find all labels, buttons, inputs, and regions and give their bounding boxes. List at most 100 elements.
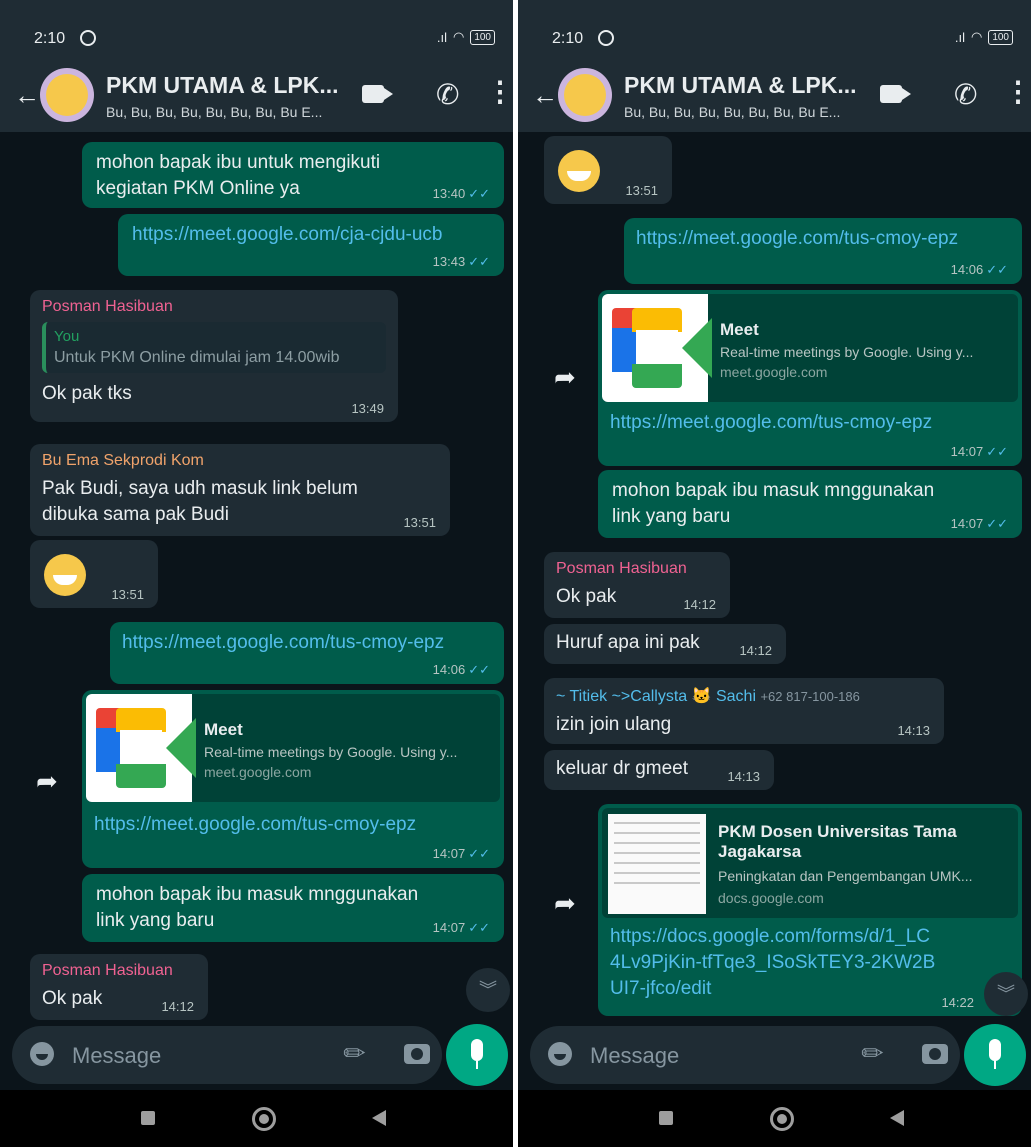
forward-icon[interactable]: ➦ xyxy=(554,888,576,919)
more-menu-icon[interactable]: ⋮ xyxy=(1004,78,1031,106)
read-ticks-icon: ✓✓ xyxy=(468,254,490,269)
sender-name[interactable]: Bu Ema Sekprodi Kom xyxy=(42,452,438,470)
chat-header: ← PKM UTAMA & LPK... Bu, Bu, Bu, Bu, Bu,… xyxy=(0,60,513,132)
camera-icon[interactable] xyxy=(922,1044,948,1064)
alarm-icon xyxy=(80,30,96,46)
chat-header: ← PKM UTAMA & LPK... Bu, Bu, Bu, Bu, Bu,… xyxy=(518,60,1031,132)
message-link[interactable]: https://docs.google.com/forms/d/1_LC4Lv9… xyxy=(610,924,940,1002)
group-avatar[interactable] xyxy=(40,68,94,122)
message-link[interactable]: https://meet.google.com/tus-cmoy-epz xyxy=(636,226,1010,252)
scroll-down-icon[interactable]: ︾ xyxy=(466,968,510,1012)
message-bubble[interactable]: PKM Dosen Universitas Tama Jagakarsa Pen… xyxy=(598,804,1022,1016)
mic-button[interactable] xyxy=(964,1024,1026,1086)
scroll-down-icon[interactable]: ︾ xyxy=(984,972,1028,1016)
message-bubble[interactable]: keluar dr gmeet 14:13 xyxy=(544,750,774,790)
message-link[interactable]: https://meet.google.com/tus-cmoy-epz xyxy=(610,410,932,436)
link-preview[interactable]: Meet Real-time meetings by Google. Using… xyxy=(602,294,1018,402)
battery-icon: 100 xyxy=(470,29,495,45)
voice-call-icon[interactable]: ✆ xyxy=(954,78,977,111)
emoji-icon[interactable] xyxy=(548,1042,572,1066)
video-call-icon[interactable] xyxy=(362,85,393,103)
read-ticks-icon: ✓✓ xyxy=(468,186,490,201)
mic-button[interactable] xyxy=(446,1024,508,1086)
nav-recent-icon[interactable] xyxy=(141,1111,155,1125)
message-bubble[interactable]: 13:51 xyxy=(544,136,672,204)
message-bubble[interactable]: Posman Hasibuan Ok pak 14:12 xyxy=(544,552,730,618)
meet-logo-thumbnail xyxy=(86,694,196,802)
nav-back-icon[interactable] xyxy=(890,1110,904,1126)
message-bubble[interactable]: 13:51 xyxy=(30,540,158,608)
sender-name[interactable]: ~ Titiek ~>Callysta 🐱 Sachi +62 817-100-… xyxy=(556,686,932,706)
message-time: 14:07 ✓✓ xyxy=(950,516,1008,531)
message-bubble[interactable]: mohon bapak ibu masuk mnggunakan link ya… xyxy=(82,874,504,942)
message-time: 13:40 ✓✓ xyxy=(432,186,490,201)
link-preview[interactable]: PKM Dosen Universitas Tama Jagakarsa Pen… xyxy=(602,808,1018,918)
quoted-message[interactable]: You Untuk PKM Online dimulai jam 14.00wi… xyxy=(42,322,386,373)
message-bubble[interactable]: mohon bapak ibu untuk mengikuti kegiatan… xyxy=(82,142,504,208)
system-nav-bar xyxy=(518,1090,1031,1147)
message-time: 14:06 ✓✓ xyxy=(950,262,1008,277)
group-avatar[interactable] xyxy=(558,68,612,122)
preview-description: Peningkatan dan Pengembangan UMK... xyxy=(718,868,973,884)
preview-title: Meet xyxy=(720,320,759,339)
message-bubble[interactable]: Huruf apa ini pak 14:12 xyxy=(544,624,786,664)
message-composer[interactable]: ✎ xyxy=(12,1026,442,1084)
group-title[interactable]: PKM UTAMA & LPK... xyxy=(624,72,857,99)
group-members[interactable]: Bu, Bu, Bu, Bu, Bu, Bu, Bu, Bu E... xyxy=(624,104,840,120)
emoji-icon[interactable] xyxy=(30,1042,54,1066)
message-composer[interactable]: ✎ xyxy=(530,1026,960,1084)
message-bubble[interactable]: Bu Ema Sekprodi Kom Pak Budi, saya udh m… xyxy=(30,444,450,536)
forward-icon[interactable]: ➦ xyxy=(36,766,58,797)
message-link[interactable]: https://meet.google.com/tus-cmoy-epz xyxy=(122,630,492,656)
nav-home-icon[interactable] xyxy=(770,1107,794,1131)
message-bubble[interactable]: https://meet.google.com/cja-cjdu-ucb 13:… xyxy=(118,214,504,276)
camera-icon[interactable] xyxy=(404,1044,430,1064)
phone-screen-right: 2:10 .ıl ◠ 100 ← PKM UTAMA & LPK... Bu, … xyxy=(518,0,1031,1147)
more-menu-icon[interactable]: ⋮ xyxy=(486,78,513,106)
sender-name[interactable]: Posman Hasibuan xyxy=(42,962,196,980)
document-thumbnail xyxy=(608,814,706,914)
status-bar: 2:10 .ıl ◠ 100 xyxy=(0,0,513,60)
message-link[interactable]: https://meet.google.com/tus-cmoy-epz xyxy=(94,812,416,838)
sender-name[interactable]: Posman Hasibuan xyxy=(556,560,718,578)
smiley-avatar-icon xyxy=(46,74,88,116)
voice-call-icon[interactable]: ✆ xyxy=(436,78,459,111)
message-input[interactable] xyxy=(70,1038,344,1074)
message-bubble[interactable]: Meet Real-time meetings by Google. Using… xyxy=(82,690,504,868)
group-title[interactable]: PKM UTAMA & LPK... xyxy=(106,72,339,99)
message-bubble[interactable]: Posman Hasibuan Ok pak 14:12 xyxy=(30,954,208,1020)
message-time: 14:07 ✓✓ xyxy=(950,444,1008,459)
message-text: Ok pak tks xyxy=(42,383,132,404)
forward-icon[interactable]: ➦ xyxy=(554,362,576,393)
back-arrow-icon[interactable]: ← xyxy=(14,80,40,111)
message-text: Pak Budi, saya udh masuk link belum dibu… xyxy=(42,478,358,525)
message-input[interactable] xyxy=(588,1038,862,1074)
message-bubble[interactable]: https://meet.google.com/tus-cmoy-epz 14:… xyxy=(110,622,504,684)
signal-icon: .ıl xyxy=(954,29,965,45)
message-input-bar: ✎ xyxy=(518,1022,1031,1090)
link-preview[interactable]: Meet Real-time meetings by Google. Using… xyxy=(86,694,500,802)
message-time: 13:49 xyxy=(351,401,384,416)
battery-icon: 100 xyxy=(988,29,1013,45)
message-time: 13:51 xyxy=(625,183,658,198)
message-link[interactable]: https://meet.google.com/cja-cjdu-ucb xyxy=(132,222,490,248)
status-time: 2:10 xyxy=(552,30,584,47)
message-bubble[interactable]: Meet Real-time meetings by Google. Using… xyxy=(598,290,1022,466)
message-bubble[interactable]: Posman Hasibuan You Untuk PKM Online dim… xyxy=(30,290,398,422)
message-input-bar: ✎ xyxy=(0,1022,513,1090)
sender-name[interactable]: Posman Hasibuan xyxy=(42,298,386,316)
signal-icon: .ıl xyxy=(436,29,447,45)
nav-back-icon[interactable] xyxy=(372,1110,386,1126)
nav-recent-icon[interactable] xyxy=(659,1111,673,1125)
message-text: mohon bapak ibu untuk mengikuti kegiatan… xyxy=(96,152,381,199)
group-members[interactable]: Bu, Bu, Bu, Bu, Bu, Bu, Bu, Bu E... xyxy=(106,104,322,120)
read-ticks-icon: ✓✓ xyxy=(986,444,1008,459)
nav-home-icon[interactable] xyxy=(252,1107,276,1131)
preview-description: Real-time meetings by Google. Using y... xyxy=(720,344,974,360)
message-bubble[interactable]: https://meet.google.com/tus-cmoy-epz 14:… xyxy=(624,218,1022,284)
message-time: 14:06 ✓✓ xyxy=(432,662,490,677)
back-arrow-icon[interactable]: ← xyxy=(532,80,558,111)
message-bubble[interactable]: ~ Titiek ~>Callysta 🐱 Sachi +62 817-100-… xyxy=(544,678,944,744)
message-bubble[interactable]: mohon bapak ibu masuk mnggunakan link ya… xyxy=(598,470,1022,538)
video-call-icon[interactable] xyxy=(880,85,911,103)
